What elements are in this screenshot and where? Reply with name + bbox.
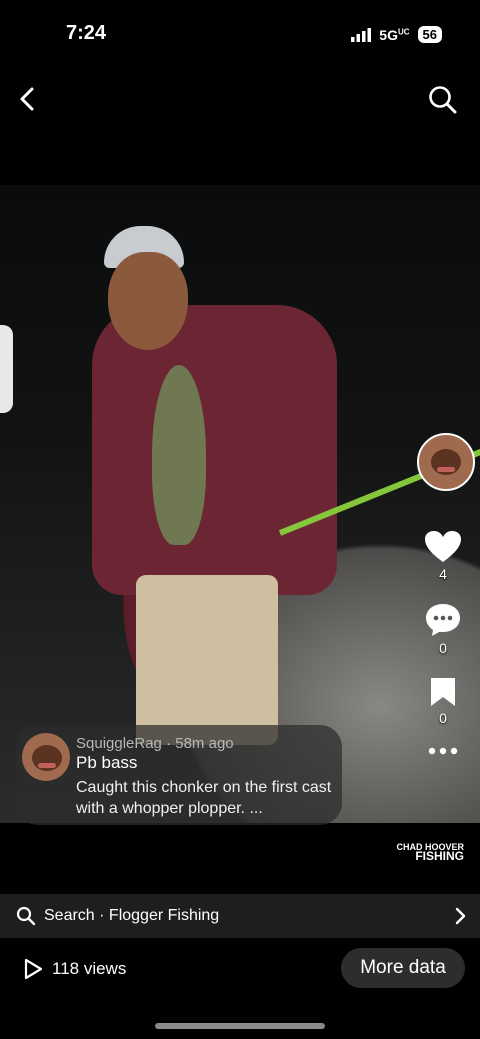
status-indicators: 5GUC 56 [351, 26, 442, 43]
caption-meta: SquiggleRag · 58m ago [76, 735, 234, 752]
caption-card[interactable]: SquiggleRag · 58m ago Pb bass Caught thi… [16, 725, 342, 825]
network-label: 5GUC [379, 26, 410, 43]
creator-avatar[interactable] [417, 433, 475, 491]
comment-button[interactable]: 0 [424, 602, 462, 656]
related-search-label: Search · Flogger Fishing [44, 907, 220, 924]
caption-title: Pb bass [76, 753, 138, 772]
like-count: 4 [439, 566, 447, 582]
caption-time: 58m ago [175, 735, 234, 752]
save-count: 0 [439, 710, 447, 726]
save-button[interactable]: 0 [429, 676, 457, 726]
related-search-bar[interactable]: Search · Flogger Fishing [0, 894, 480, 938]
home-indicator[interactable] [155, 1023, 325, 1029]
chevron-right-icon [455, 907, 466, 925]
status-time: 7:24 [66, 22, 107, 44]
more-data-button[interactable]: More data [341, 948, 465, 988]
photo-person-head [108, 252, 188, 350]
chevron-left-icon[interactable] [16, 86, 38, 112]
side-drawer-tab[interactable] [0, 325, 13, 413]
photo-fish [152, 365, 206, 545]
watermark-logo: CHAD HOOVER FISHING [396, 842, 464, 863]
play-icon [24, 958, 43, 980]
caption-avatar[interactable] [22, 733, 70, 781]
search-small-icon [16, 906, 36, 926]
heart-icon [425, 531, 461, 562]
bookmark-icon [431, 678, 455, 706]
battery-badge: 56 [417, 26, 442, 43]
comment-icon [426, 604, 460, 636]
photo-person-shirt [92, 305, 337, 595]
more-dots-icon [428, 747, 458, 755]
search-icon[interactable] [428, 85, 458, 115]
photo-person-pants [136, 575, 278, 745]
more-options-button[interactable] [427, 746, 459, 756]
like-button[interactable]: 4 [424, 530, 462, 582]
caption-username[interactable]: SquiggleRag [76, 735, 162, 752]
caption-text[interactable]: Caught this chonker on the first cast wi… [76, 777, 336, 819]
signal-icon [351, 27, 372, 42]
views-count: 118 views [52, 959, 127, 978]
views-stat[interactable]: 118 views [22, 958, 126, 980]
comment-count: 0 [439, 640, 447, 656]
action-rail: 4 0 0 [422, 530, 464, 776]
